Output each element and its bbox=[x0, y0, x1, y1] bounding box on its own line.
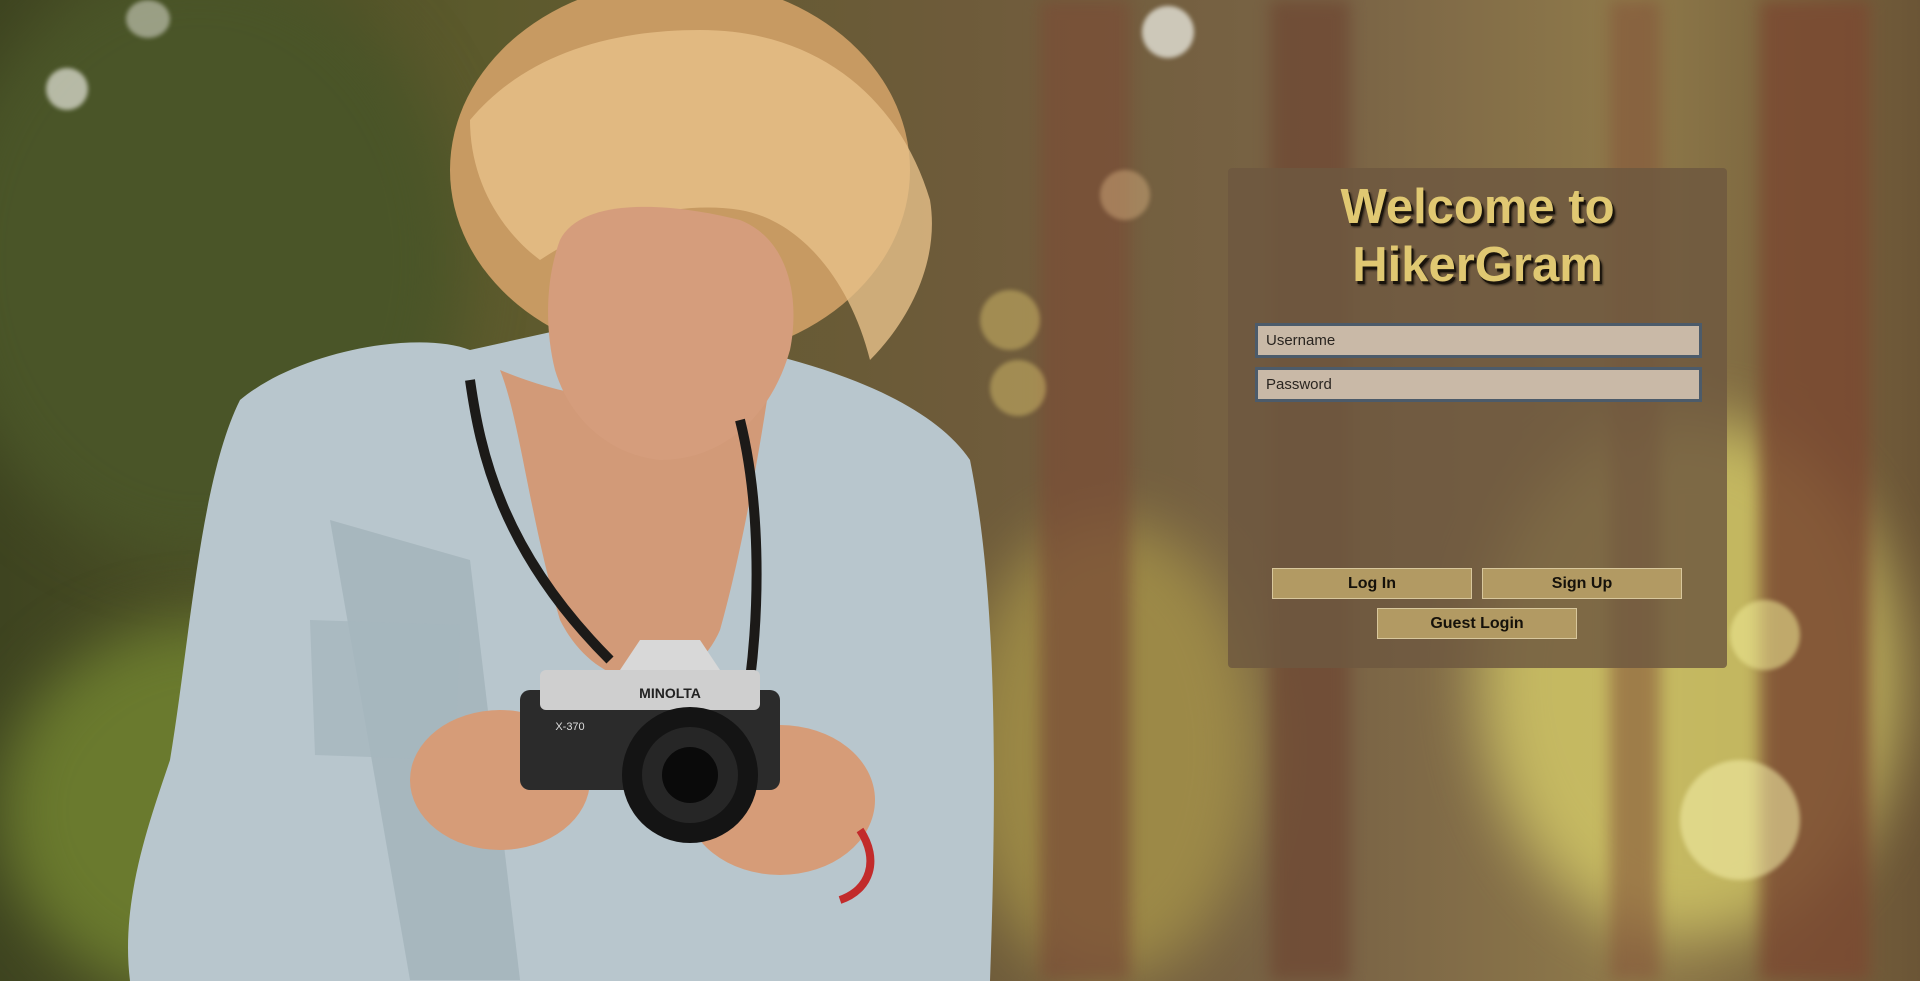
title-line-2: HikerGram bbox=[1352, 238, 1603, 292]
camera-brand-label: MINOLTA bbox=[639, 685, 701, 701]
username-input[interactable] bbox=[1255, 323, 1702, 358]
camera-lens-glass bbox=[662, 747, 718, 803]
password-input[interactable] bbox=[1255, 367, 1702, 402]
log-in-button[interactable]: Log In bbox=[1272, 568, 1472, 599]
guest-login-button[interactable]: Guest Login bbox=[1377, 608, 1577, 639]
login-panel: Welcome to HikerGram Log In Sign Up Gues… bbox=[1228, 168, 1727, 668]
welcome-title: Welcome to HikerGram bbox=[1228, 178, 1727, 294]
title-line-1: Welcome to bbox=[1340, 180, 1615, 234]
background-photo: MINOLTA X-370 Welcome to HikerGram Log I… bbox=[0, 0, 1920, 981]
camera-model-label: X-370 bbox=[555, 721, 584, 733]
sign-up-button[interactable]: Sign Up bbox=[1482, 568, 1682, 599]
